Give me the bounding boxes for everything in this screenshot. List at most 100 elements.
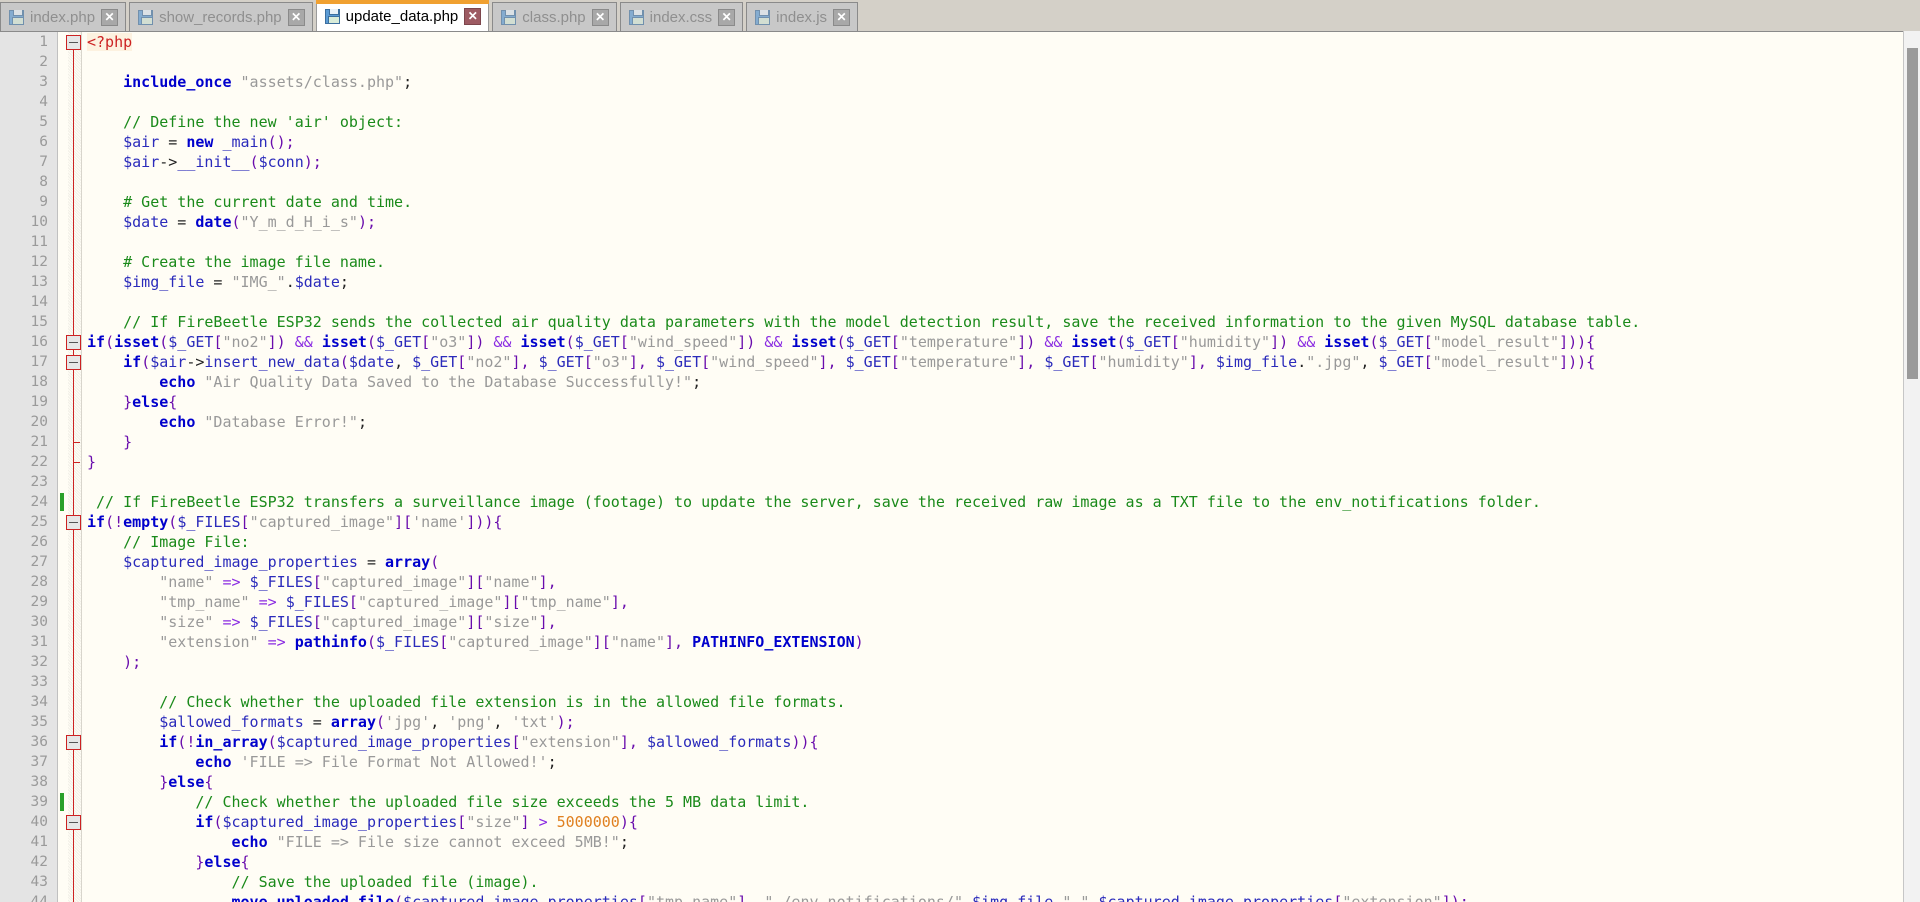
fold-toggle-40[interactable] <box>66 815 81 830</box>
code-line[interactable]: echo "Air Quality Data Saved to the Data… <box>83 372 1903 392</box>
code-token: && <box>1044 333 1063 351</box>
close-icon[interactable]: ✕ <box>718 8 736 26</box>
code-line[interactable]: // Check whether the uploaded file size … <box>83 792 1903 812</box>
editor-tab-class-php[interactable]: class.php ✕ <box>492 2 617 31</box>
vertical-scrollbar-thumb[interactable] <box>1907 48 1918 379</box>
code-line[interactable]: $date = date("Y_m_d_H_i_s"); <box>83 212 1903 232</box>
fold-toggle-1[interactable] <box>66 35 81 50</box>
code-line[interactable]: }else{ <box>83 772 1903 792</box>
line-number-gutter: 1 2 3 4 5 6 7 8 9 10 11 12 13 14 15 16 17 18 19 20 21 22 23 24 2… <box>0 32 58 902</box>
code-token: 'name' <box>412 513 467 531</box>
close-icon[interactable]: ✕ <box>287 8 305 26</box>
code-line[interactable]: }else{ <box>83 852 1903 872</box>
code-token: ; <box>619 833 629 851</box>
code-line[interactable] <box>83 672 1903 692</box>
code-line[interactable]: "tmp_name" => $_FILES["captured_image"][… <box>83 592 1903 612</box>
editor-tab-show-records-php[interactable]: show_records.php ✕ <box>129 2 313 31</box>
code-line[interactable]: // If FireBeetle ESP32 sends the collect… <box>83 312 1903 332</box>
code-token: && <box>764 333 783 351</box>
line-number: 24 <box>30 494 48 510</box>
code-line[interactable]: include_once "assets/class.php"; <box>83 72 1903 92</box>
code-line[interactable]: if($air->insert_new_data($date, $_GET["n… <box>83 352 1903 372</box>
code-line[interactable]: "name" => $_FILES["captured_image"]["nam… <box>83 572 1903 592</box>
code-line[interactable]: if($captured_image_properties["size"] > … <box>83 812 1903 832</box>
code-line[interactable]: if(isset($_GET["no2"]) && isset($_GET["o… <box>83 332 1903 352</box>
code-line[interactable]: ); <box>83 652 1903 672</box>
code-line[interactable]: // Define the new 'air' object: <box>83 112 1903 132</box>
code-token: ], <box>610 593 629 611</box>
code-token: if <box>159 733 178 751</box>
code-line[interactable] <box>83 92 1903 112</box>
code-token: ]) <box>737 333 756 351</box>
editor-tab-index-css[interactable]: index.css ✕ <box>619 2 744 31</box>
code-line[interactable]: # Get the current date and time. <box>83 192 1903 212</box>
code-line[interactable] <box>83 292 1903 312</box>
code-line[interactable]: } <box>83 432 1903 452</box>
code-line[interactable]: $img_file = "IMG_".$date; <box>83 272 1903 292</box>
code-token: ], <box>665 633 684 651</box>
code-line[interactable]: "size" => $_FILES["captured_image"]["siz… <box>83 612 1903 632</box>
code-token: isset <box>1071 333 1117 351</box>
code-line[interactable]: if(!empty($_FILES["captured_image"]['nam… <box>83 512 1903 532</box>
code-line[interactable]: if(!in_array($captured_image_properties[… <box>83 732 1903 752</box>
code-line[interactable]: $captured_image_properties = array( <box>83 552 1903 572</box>
close-icon[interactable]: ✕ <box>101 8 119 26</box>
code-token: if <box>195 813 214 831</box>
code-editor[interactable]: 1 2 3 4 5 6 7 8 9 10 11 12 13 14 15 16 17 18 19 20 21 22 23 24 2… <box>0 31 1920 902</box>
code-token: => <box>258 593 277 611</box>
editor-tab-index-js[interactable]: index.js ✕ <box>746 2 859 31</box>
code-line[interactable] <box>83 172 1903 192</box>
close-icon[interactable]: ✕ <box>591 8 609 26</box>
code-content[interactable]: <?php include_once "assets/class.php"; /… <box>83 32 1903 902</box>
code-token: isset <box>114 333 160 351</box>
code-token: (! <box>105 513 124 531</box>
code-line[interactable]: // If FireBeetle ESP32 transfers a surve… <box>83 492 1903 512</box>
vertical-scrollbar[interactable] <box>1903 31 1920 902</box>
code-token: } <box>87 453 97 471</box>
fold-toggle-16[interactable] <box>66 335 81 350</box>
code-line[interactable]: } <box>83 452 1903 472</box>
code-line[interactable]: // Check whether the uploaded file exten… <box>83 692 1903 712</box>
code-line[interactable]: $air = new _main(); <box>83 132 1903 152</box>
code-token: // Save the uploaded file (image). <box>231 873 539 891</box>
code-line[interactable] <box>83 52 1903 72</box>
code-token: $_GET <box>376 333 422 351</box>
code-token: // If FireBeetle ESP32 sends the collect… <box>123 313 1641 331</box>
code-token: ( <box>430 553 440 571</box>
code-token: ); <box>303 153 322 171</box>
code-token: ( <box>394 893 404 902</box>
code-token: "Y_m_d_H_i_s" <box>240 213 358 231</box>
code-line[interactable]: // Save the uploaded file (image). <box>83 872 1903 892</box>
code-token: 'jpg' <box>385 713 431 731</box>
fold-toggle-25[interactable] <box>66 515 81 530</box>
code-token: $_GET <box>845 333 891 351</box>
code-line[interactable]: # Create the image file name. <box>83 252 1903 272</box>
code-line[interactable]: "extension" => pathinfo($_FILES["capture… <box>83 632 1903 652</box>
code-line[interactable]: // Image File: <box>83 532 1903 552</box>
code-token: ( <box>366 633 376 651</box>
code-line[interactable]: $air->__init__($conn); <box>83 152 1903 172</box>
editor-tab-index-php[interactable]: index.php ✕ <box>0 2 127 31</box>
code-line[interactable]: <?php <box>83 32 1903 52</box>
editor-tab-update-data-php[interactable]: update_data.php ✕ <box>315 0 490 31</box>
code-token: ) <box>854 633 864 651</box>
close-icon[interactable]: ✕ <box>833 8 851 26</box>
code-line[interactable]: $allowed_formats = array('jpg', 'png', '… <box>83 712 1903 732</box>
close-icon[interactable]: ✕ <box>464 7 482 25</box>
code-line[interactable]: echo 'FILE => File Format Not Allowed!'; <box>83 752 1903 772</box>
code-token: 'FILE => File Format Not Allowed!' <box>240 753 548 771</box>
code-line[interactable]: }else{ <box>83 392 1903 412</box>
code-line[interactable]: echo "FILE => File size cannot exceed 5M… <box>83 832 1903 852</box>
code-line[interactable]: move_uploaded_file($captured_image_prope… <box>83 892 1903 902</box>
code-token: in_array <box>195 733 268 751</box>
code-line[interactable]: echo "Database Error!"; <box>83 412 1903 432</box>
code-line[interactable] <box>83 472 1903 492</box>
fold-toggle-36[interactable] <box>66 735 81 750</box>
code-token: "temperature" <box>899 333 1018 351</box>
code-line[interactable] <box>83 232 1903 252</box>
fold-toggle-17[interactable] <box>66 355 81 370</box>
